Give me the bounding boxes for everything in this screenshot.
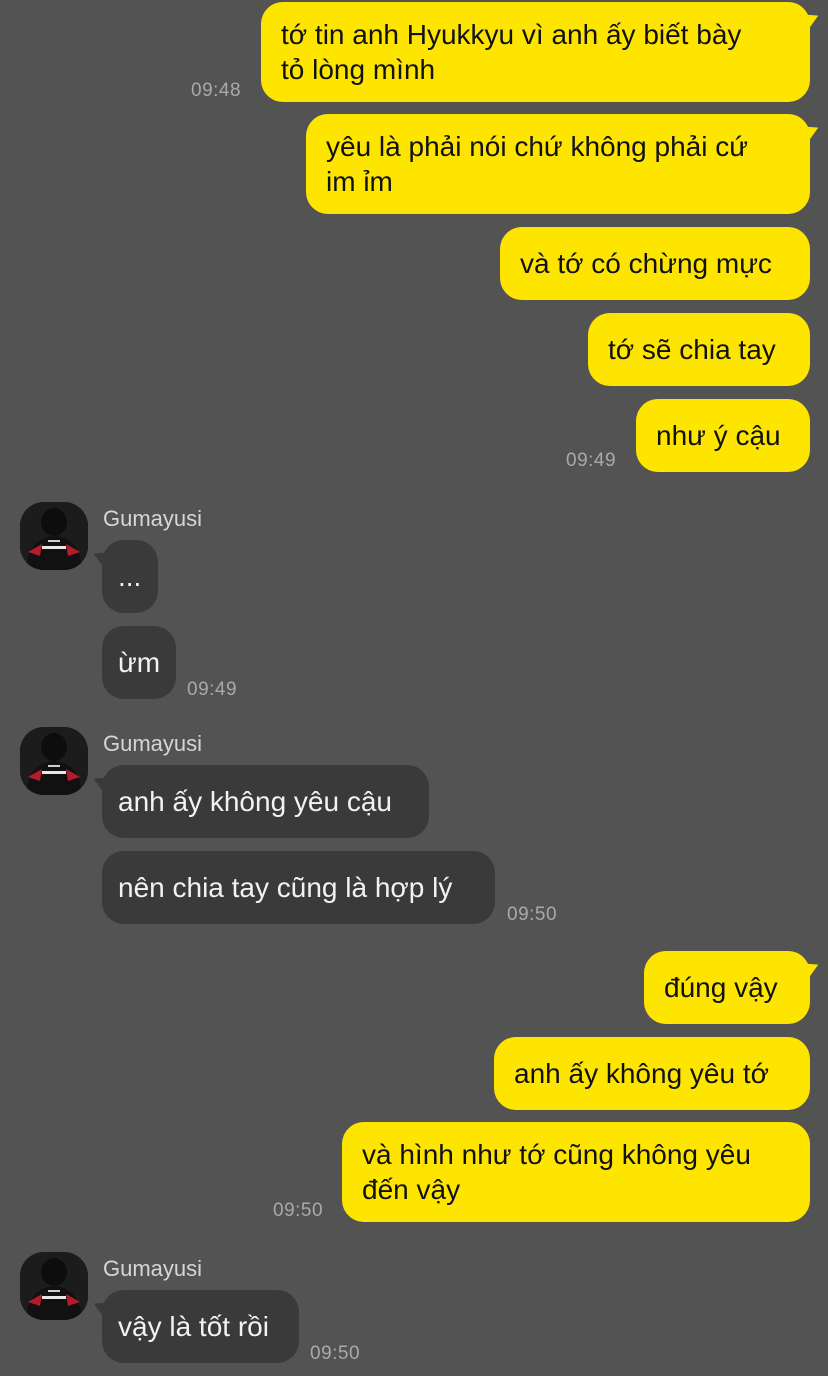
message-text: anh ấy không yêu tớ: [514, 1058, 769, 1089]
message-text: ...: [118, 561, 142, 592]
message-text: nên chia tay cũng là hợp lý: [118, 872, 453, 903]
my-message-bubble[interactable]: tớ tin anh Hyukkyu vì anh ấy biết bày tỏ…: [261, 2, 810, 102]
message-timestamp: 09:49: [566, 450, 617, 471]
message-text: anh ấy không yêu cậu: [118, 786, 392, 817]
my-message-bubble[interactable]: như ý cậu: [636, 399, 810, 472]
message-text: như ý cậu: [656, 420, 781, 451]
message-text: đến vậy: [362, 1174, 461, 1205]
message-text: tỏ lòng mình: [281, 54, 436, 85]
message-text: và tớ có chừng mực: [520, 248, 772, 279]
sender-avatar[interactable]: [20, 1252, 88, 1320]
message-timestamp: 09:50: [507, 904, 558, 925]
their-message-bubble[interactable]: ...: [102, 540, 158, 613]
message-text: ừm: [118, 647, 161, 678]
my-message-bubble[interactable]: tớ sẽ chia tay: [588, 313, 810, 386]
my-message-bubble[interactable]: và hình như tớ cũng không yêu đến vậy: [342, 1122, 810, 1222]
sender-avatar[interactable]: [20, 727, 88, 795]
my-message-bubble[interactable]: anh ấy không yêu tớ: [494, 1037, 810, 1110]
profile-photo-icon: [20, 502, 88, 570]
message-timestamp: 09:48: [191, 80, 242, 101]
their-message-bubble[interactable]: nên chia tay cũng là hợp lý: [102, 851, 495, 924]
message-text: đúng vậy: [664, 972, 778, 1003]
message-text: và hình như tớ cũng không yêu: [362, 1139, 751, 1170]
my-message-bubble[interactable]: yêu là phải nói chứ không phải cứ im ỉm: [306, 114, 810, 214]
profile-photo-icon: [20, 727, 88, 795]
sender-avatar[interactable]: [20, 502, 88, 570]
message-timestamp: 09:50: [310, 1343, 361, 1364]
their-message-bubble[interactable]: ừm: [102, 626, 176, 699]
message-timestamp: 09:50: [273, 1200, 324, 1221]
message-text: im ỉm: [326, 166, 393, 197]
their-message-bubble[interactable]: vậy là tốt rồi: [102, 1290, 299, 1363]
message-text: tớ sẽ chia tay: [608, 334, 776, 365]
their-message-bubble[interactable]: anh ấy không yêu cậu: [102, 765, 429, 838]
my-message-bubble[interactable]: và tớ có chừng mực: [500, 227, 810, 300]
message-text: tớ tin anh Hyukkyu vì anh ấy biết bày: [281, 19, 742, 50]
sender-name: Gumayusi: [103, 1256, 203, 1281]
message-timestamp: 09:49: [187, 679, 238, 700]
message-text: yêu là phải nói chứ không phải cứ: [326, 131, 748, 162]
sender-name: Gumayusi: [103, 731, 203, 756]
message-text: vậy là tốt rồi: [118, 1311, 269, 1342]
profile-photo-icon: [20, 1252, 88, 1320]
my-message-bubble[interactable]: đúng vậy: [644, 951, 810, 1024]
sender-name: Gumayusi: [103, 506, 203, 531]
